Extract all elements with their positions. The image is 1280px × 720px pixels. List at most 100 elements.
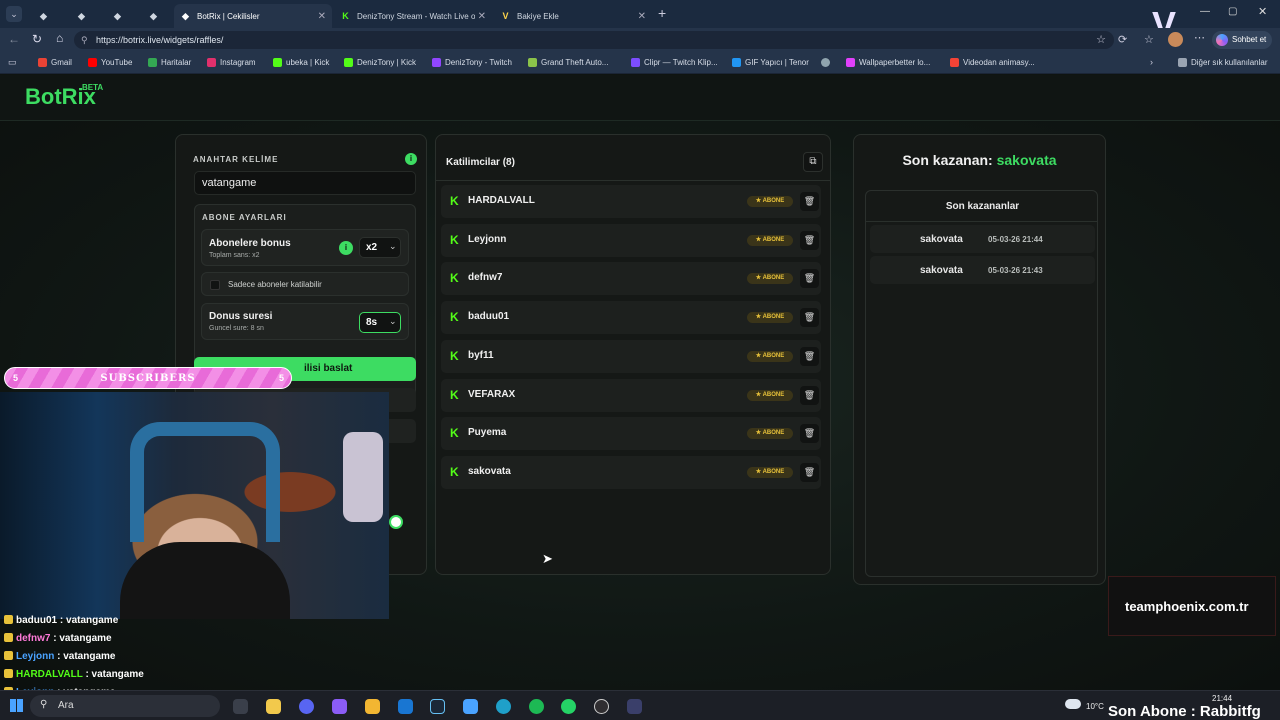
favorite-star-icon[interactable]: ☆: [1096, 31, 1106, 49]
discord-icon[interactable]: [299, 699, 314, 714]
trash-icon[interactable]: 🗑: [800, 462, 819, 482]
app-icon[interactable]: [463, 699, 478, 714]
spin-duration-subtitle: Guncel sure: 8 sn: [209, 325, 264, 332]
outlook-icon[interactable]: [398, 699, 413, 714]
badge-label: ABONE: [762, 236, 785, 243]
winner-name: sakovata: [920, 265, 963, 276]
only-subs-label: Sadece aboneler katilabilir: [228, 280, 322, 289]
chevron-down-icon: ⌄: [389, 316, 397, 326]
close-icon[interactable]: ✕: [478, 11, 486, 22]
kick-icon: K: [450, 194, 459, 208]
store-icon[interactable]: [266, 699, 281, 714]
taskbar-search[interactable]: ⚲ Ara: [30, 695, 220, 717]
chevron-down-icon: ⌄: [389, 241, 397, 251]
home-icon[interactable]: ⌂: [56, 31, 63, 45]
trash-icon[interactable]: 🗑: [800, 192, 819, 211]
toggle-knob[interactable]: [389, 515, 403, 529]
bookmark-deniztony-kick[interactable]: DenizTony | Kick: [344, 58, 416, 67]
info-icon[interactable]: i: [339, 241, 353, 255]
back-icon[interactable]: ←: [8, 32, 20, 46]
bookmark-videodan[interactable]: Videodan animasy...: [950, 58, 1035, 67]
start-raffle-label: ilisi baslat: [304, 363, 353, 374]
whatsapp-icon[interactable]: [561, 699, 576, 714]
participants-title: Katilimcilar (8): [446, 157, 515, 168]
trash-icon[interactable]: 🗑: [800, 230, 819, 250]
tab-bakiye[interactable]: V Bakiye Ekle ✕: [494, 4, 652, 28]
chat-message: HARDALVALL : vatangame: [4, 669, 144, 680]
tab-pinned-4[interactable]: ◆: [144, 4, 166, 28]
spin-duration-select[interactable]: 8s ⌄: [359, 312, 401, 333]
divider: [866, 221, 1097, 222]
new-tab-button[interactable]: +: [658, 5, 666, 21]
edge-icon[interactable]: [496, 699, 511, 714]
chevron-right-icon[interactable]: ›: [1150, 57, 1153, 67]
tab-list-dropdown-button[interactable]: ⌄: [6, 6, 22, 22]
close-icon[interactable]: ✕: [318, 11, 326, 22]
trash-icon[interactable]: 🗑: [800, 424, 819, 444]
bookmark-youtube[interactable]: YouTube: [88, 58, 132, 67]
bookmark-clipr[interactable]: Clipr — Twitch Klip...: [631, 58, 718, 67]
kick-icon: [273, 58, 282, 67]
game-bar-icon[interactable]: [627, 699, 642, 714]
bookmark-maps[interactable]: Haritalar: [148, 58, 191, 67]
folder-icon: [1178, 58, 1187, 67]
tab-pinned-2[interactable]: ◆: [72, 4, 94, 28]
bookmark-instagram[interactable]: Instagram: [207, 58, 256, 67]
bookmark-label: YouTube: [101, 58, 133, 67]
bookmark-gta[interactable]: Grand Theft Auto...: [528, 58, 608, 67]
bookmark-gmail[interactable]: Gmail: [38, 58, 72, 67]
windows-start-icon[interactable]: [10, 699, 23, 712]
reading-view-icon[interactable]: ▭: [8, 57, 17, 68]
chat-text: : vatangame: [53, 633, 112, 644]
copy-button[interactable]: ⧉: [803, 152, 823, 172]
subscriber-badge: ★ ABONE: [747, 234, 793, 246]
favorites-icon[interactable]: ☆: [1144, 33, 1154, 46]
participant-row: K VEFARAX ★ ABONE 🗑: [441, 378, 821, 412]
trash-icon[interactable]: 🗑: [800, 269, 819, 289]
only-subs-checkbox[interactable]: [210, 280, 220, 290]
trash-icon[interactable]: 🗑: [800, 346, 819, 366]
gif-icon: [732, 58, 741, 67]
tab-kick-stream[interactable]: K DenizTony Stream - Watch Live on ✕: [334, 4, 492, 28]
trash-icon[interactable]: 🗑: [800, 385, 819, 405]
extensions-icon[interactable]: ⟳: [1118, 33, 1127, 46]
steam-icon[interactable]: [430, 699, 445, 714]
site-info-icon[interactable]: ⚲: [81, 31, 88, 49]
profile-avatar[interactable]: [1168, 32, 1183, 47]
trash-icon[interactable]: 🗑: [800, 308, 819, 328]
refresh-icon[interactable]: ↻: [32, 32, 42, 46]
close-window-button[interactable]: ✕: [1258, 5, 1267, 18]
sub-count-right: 5: [279, 373, 285, 383]
bookmark-label: DenizTony - Twitch: [445, 58, 512, 67]
sub-bonus-select[interactable]: x2 ⌄: [359, 237, 401, 258]
tab-botrix[interactable]: ◆ BotRix | Cekilisler ✕: [174, 4, 332, 28]
spotify-icon[interactable]: [529, 699, 544, 714]
only-subs-toggle-row[interactable]: Sadece aboneler katilabilir: [201, 272, 409, 296]
info-icon[interactable]: i: [405, 153, 417, 165]
file-explorer-icon[interactable]: [365, 699, 380, 714]
more-menu-icon[interactable]: ⋯: [1194, 31, 1205, 44]
other-bookmarks[interactable]: Diğer sık kullanılanlar: [1178, 58, 1267, 67]
copilot-icon[interactable]: [332, 699, 347, 714]
maximize-button[interactable]: ▢: [1228, 6, 1237, 17]
bookmark-tenor[interactable]: GIF Yapıcı | Tenor: [732, 58, 809, 67]
bookmark-label: Instagram: [220, 58, 256, 67]
bookmark-ubeka-kick[interactable]: ubeka | Kick: [273, 58, 329, 67]
bookmark-deniztony-twitch[interactable]: DenizTony - Twitch: [432, 58, 512, 67]
winner-row: sakovata 05-03-26 21:43: [870, 256, 1095, 284]
copilot-button[interactable]: Sohbet et: [1212, 31, 1273, 49]
chat-user: HARDALVALL: [16, 669, 83, 680]
obs-icon[interactable]: [594, 699, 609, 714]
close-icon[interactable]: ✕: [638, 11, 646, 22]
tab-label: DenizTony Stream - Watch Live on: [357, 11, 475, 21]
v-icon: V: [502, 11, 509, 21]
minimize-button[interactable]: —: [1200, 6, 1210, 17]
bookmark-wallpaperbetter[interactable]: Wallpaperbetter lo...: [846, 58, 930, 67]
tab-pinned-1[interactable]: ◆: [34, 4, 56, 28]
diamond-icon: ◆: [40, 10, 47, 21]
task-view-icon[interactable]: [233, 699, 248, 714]
url-input[interactable]: ⚲ https://botrix.live/widgets/raffles/ ☆: [74, 31, 1114, 49]
bookmark-globe[interactable]: [821, 58, 834, 67]
keyword-input[interactable]: vatangame: [194, 171, 416, 195]
tab-pinned-3[interactable]: ◆: [108, 4, 130, 28]
